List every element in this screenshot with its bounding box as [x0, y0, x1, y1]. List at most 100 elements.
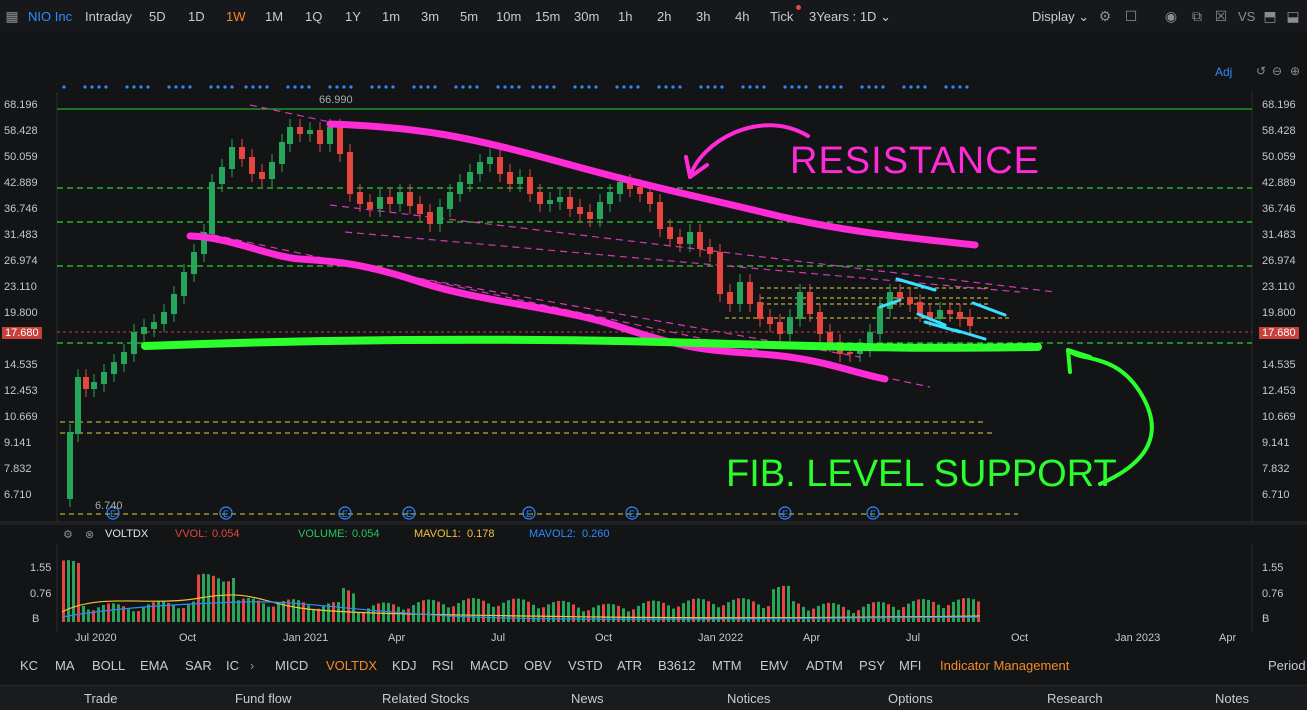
- undo-icon[interactable]: ↺: [1256, 64, 1266, 78]
- tf-1q[interactable]: 1Q: [305, 9, 322, 24]
- tf-15min[interactable]: 15m: [535, 9, 560, 24]
- tf-5d[interactable]: 5D: [149, 9, 166, 24]
- nav-notices[interactable]: Notices: [727, 691, 770, 706]
- nav-trade[interactable]: Trade: [84, 691, 117, 706]
- event-dot: [419, 85, 423, 89]
- tab-ma[interactable]: MA: [55, 658, 75, 673]
- tf-1min[interactable]: 1m: [382, 9, 400, 24]
- tf-3min[interactable]: 3m: [421, 9, 439, 24]
- display-dropdown[interactable]: Display ⌄: [1032, 9, 1089, 25]
- expand-icon[interactable]: ⬓: [1285, 8, 1301, 24]
- chevron-right-icon[interactable]: ›: [250, 658, 254, 673]
- price-chart[interactable]: EEEEEEEE: [0, 32, 1307, 654]
- symbol-name[interactable]: NIO Inc: [28, 9, 72, 24]
- checkbox-icon[interactable]: ☐: [1123, 8, 1139, 24]
- nav-options[interactable]: Options: [888, 691, 933, 706]
- tab-kdj[interactable]: KDJ: [392, 658, 417, 673]
- candle: [191, 252, 197, 274]
- tab-boll[interactable]: BOLL: [92, 658, 125, 673]
- chevron-down-icon: ⌄: [880, 9, 891, 24]
- nav-news[interactable]: News: [571, 691, 604, 706]
- tab-vstd[interactable]: VSTD: [568, 658, 603, 673]
- indicator-name[interactable]: VOLTDX: [105, 528, 148, 540]
- volume-bar: [717, 607, 720, 622]
- tf-2h[interactable]: 2h: [657, 9, 671, 24]
- tab-voltdx[interactable]: VOLTDX: [326, 658, 377, 673]
- tab-rsi[interactable]: RSI: [432, 658, 454, 673]
- close-box-icon[interactable]: ☒: [1213, 8, 1229, 24]
- event-dot: [391, 85, 395, 89]
- indicator-management-button[interactable]: Indicator Management: [940, 658, 1069, 673]
- tf-5min[interactable]: 5m: [460, 9, 478, 24]
- vs-button[interactable]: VS: [1238, 9, 1255, 24]
- volume-bar: [162, 601, 165, 622]
- plus-icon[interactable]: ⊕: [1290, 64, 1300, 78]
- indicator-settings-icon[interactable]: ⚙: [63, 528, 73, 541]
- settings-icon[interactable]: ⚙: [1097, 8, 1113, 24]
- range-select[interactable]: 3Years : 1D ⌄: [809, 9, 891, 25]
- adj-toggle[interactable]: Adj: [1215, 65, 1232, 79]
- volume-bar: [302, 602, 305, 622]
- volume-bar: [72, 560, 75, 622]
- resistance-label: RESISTANCE: [790, 140, 1041, 182]
- candle: [567, 197, 573, 209]
- volume-bar: [887, 604, 890, 622]
- nav-notes[interactable]: Notes: [1215, 691, 1249, 706]
- tab-psy[interactable]: PSY: [859, 658, 885, 673]
- tf-1m[interactable]: 1M: [265, 9, 283, 24]
- event-dot: [517, 85, 521, 89]
- share-icon[interactable]: ⧉: [1189, 8, 1205, 24]
- event-dot: [825, 85, 829, 89]
- event-dot: [790, 85, 794, 89]
- candle: [327, 127, 333, 144]
- candle: [75, 377, 81, 434]
- indicator-close-icon[interactable]: ⊗: [85, 528, 94, 541]
- tab-micd[interactable]: MICD: [275, 658, 308, 673]
- tf-1h[interactable]: 1h: [618, 9, 632, 24]
- candle: [219, 167, 225, 184]
- tab-emv[interactable]: EMV: [760, 658, 788, 673]
- tab-ic[interactable]: IC: [226, 658, 239, 673]
- minus-icon[interactable]: ⊖: [1272, 64, 1282, 78]
- candle: [387, 197, 393, 204]
- camera-icon[interactable]: ◉: [1163, 8, 1179, 24]
- tab-mtm[interactable]: MTM: [712, 658, 742, 673]
- volume-bar: [972, 599, 975, 622]
- candle: [547, 200, 553, 204]
- volume-bar: [847, 610, 850, 622]
- tab-macd[interactable]: MACD: [470, 658, 508, 673]
- tf-tick[interactable]: Tick: [770, 9, 793, 24]
- tf-10min[interactable]: 10m: [496, 9, 521, 24]
- tab-obv[interactable]: OBV: [524, 658, 551, 673]
- price-tick: 42.889: [4, 177, 38, 189]
- price-tick: 6.710: [4, 489, 32, 501]
- nav-research[interactable]: Research: [1047, 691, 1103, 706]
- tab-kc[interactable]: KC: [20, 658, 38, 673]
- candle: [397, 192, 403, 204]
- nav-fund-flow[interactable]: Fund flow: [235, 691, 291, 706]
- tab-b3612[interactable]: B3612: [658, 658, 696, 673]
- tab-sar[interactable]: SAR: [185, 658, 212, 673]
- period-button[interactable]: Period: [1268, 658, 1306, 673]
- tab-atr[interactable]: ATR: [617, 658, 642, 673]
- tab-ema[interactable]: EMA: [140, 658, 168, 673]
- tf-4h[interactable]: 4h: [735, 9, 749, 24]
- tab-mfi[interactable]: MFI: [899, 658, 921, 673]
- candle: [357, 192, 363, 204]
- grid-menu-icon[interactable]: ▦: [4, 8, 20, 24]
- volume-bar: [777, 586, 780, 622]
- nav-related-stocks[interactable]: Related Stocks: [382, 691, 469, 706]
- tf-1y[interactable]: 1Y: [345, 9, 361, 24]
- event-dot: [657, 85, 661, 89]
- tab-adtm[interactable]: ADTM: [806, 658, 843, 673]
- tf-1w[interactable]: 1W: [226, 9, 246, 24]
- tf-30min[interactable]: 30m: [574, 9, 599, 24]
- volume-bar: [507, 600, 510, 622]
- tf-3h[interactable]: 3h: [696, 9, 710, 24]
- minimize-icon[interactable]: ⬒: [1262, 8, 1278, 24]
- volume-bar: [217, 578, 220, 622]
- tf-intraday[interactable]: Intraday: [85, 9, 132, 24]
- volume-bar: [947, 605, 950, 622]
- tf-1d[interactable]: 1D: [188, 9, 205, 24]
- candle: [91, 382, 97, 389]
